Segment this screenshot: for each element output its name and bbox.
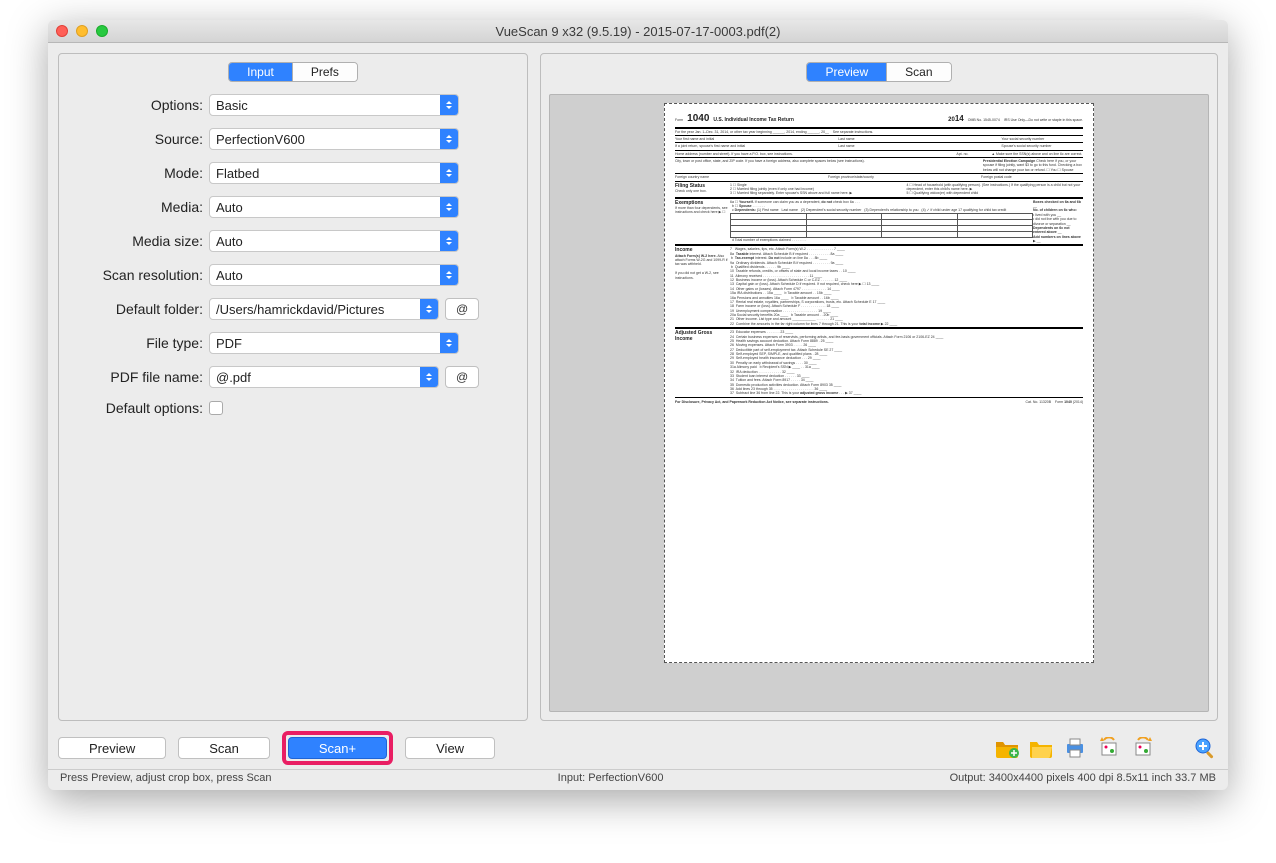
chevron-updown-icon [440, 129, 458, 149]
options-select[interactable]: Basic [209, 94, 459, 116]
main-content: Input Prefs Options: Basic Source: Perfe… [48, 43, 1228, 725]
chevron-updown-icon [420, 367, 438, 387]
status-bar: Press Preview, adjust crop box, press Sc… [48, 769, 1228, 790]
filetype-select[interactable]: PDF [209, 332, 459, 354]
mediasize-label: Media size: [63, 233, 203, 249]
printer-icon[interactable] [1062, 735, 1088, 761]
left-tabs: Input Prefs [228, 62, 358, 82]
chevron-updown-icon [440, 231, 458, 251]
mediasize-select[interactable]: Auto [209, 230, 459, 252]
chevron-updown-icon [440, 95, 458, 115]
status-right: Output: 3400x4400 pixels 400 dpi 8.5x11 … [950, 772, 1216, 784]
titlebar: VueScan 9 x32 (9.5.19) - 2015-07-17-0003… [48, 20, 1228, 43]
scanres-label: Scan resolution: [63, 267, 203, 283]
chevron-updown-icon [440, 265, 458, 285]
tab-preview[interactable]: Preview [807, 63, 886, 81]
right-panel: Preview Scan Form 1040 U.S. Individual I… [540, 53, 1218, 721]
chevron-updown-icon [440, 333, 458, 353]
chevron-updown-icon [440, 163, 458, 183]
source-label: Source: [63, 131, 203, 147]
view-button[interactable]: View [405, 737, 495, 759]
filetype-label: File type: [63, 335, 203, 351]
toolbar-icons [994, 735, 1218, 761]
pdfname-at-button[interactable]: @ [445, 366, 479, 388]
scanplus-button[interactable]: Scan+ [288, 737, 387, 759]
highlight-box: Scan+ [282, 731, 393, 765]
right-tabs: Preview Scan [806, 62, 951, 82]
folder-select[interactable]: /Users/hamrickdavid/Pictures [209, 298, 439, 320]
chevron-updown-icon [440, 197, 458, 217]
defaultopts-checkbox[interactable] [209, 401, 223, 415]
doc-form-number: 1040 [687, 113, 709, 126]
tab-input[interactable]: Input [229, 63, 292, 81]
minimize-icon[interactable] [76, 25, 88, 37]
mode-label: Mode: [63, 165, 203, 181]
options-label: Options: [63, 97, 203, 113]
status-mid: Input: PerfectionV600 [272, 772, 950, 784]
pdfname-label: PDF file name: [63, 369, 203, 385]
document-preview: Form 1040 U.S. Individual Income Tax Ret… [664, 103, 1094, 663]
folder-new-icon[interactable] [994, 735, 1020, 761]
window-title: VueScan 9 x32 (9.5.19) - 2015-07-17-0003… [48, 24, 1228, 39]
media-select[interactable]: Auto [209, 196, 459, 218]
mode-select[interactable]: Flatbed [209, 162, 459, 184]
scan-button[interactable]: Scan [178, 737, 270, 759]
preview-area[interactable]: Form 1040 U.S. Individual Income Tax Ret… [549, 94, 1209, 712]
tab-scan[interactable]: Scan [886, 63, 950, 81]
zoom-in-icon[interactable] [1192, 735, 1218, 761]
app-window: VueScan 9 x32 (9.5.19) - 2015-07-17-0003… [48, 20, 1228, 790]
folder-at-button[interactable]: @ [445, 298, 479, 320]
doc-title: U.S. Individual Income Tax Return [713, 117, 793, 123]
rotate-left-icon[interactable] [1096, 735, 1122, 761]
left-panel: Input Prefs Options: Basic Source: Perfe… [58, 53, 528, 721]
bottom-bar: Preview Scan Scan+ View [48, 725, 1228, 767]
pdfname-select[interactable]: @.pdf [209, 366, 439, 388]
defaultopts-label: Default options: [63, 400, 203, 416]
close-icon[interactable] [56, 25, 68, 37]
chevron-updown-icon [420, 299, 438, 319]
maximize-icon[interactable] [96, 25, 108, 37]
preview-button[interactable]: Preview [58, 737, 166, 759]
rotate-right-icon[interactable] [1130, 735, 1156, 761]
folder-label: Default folder: [63, 301, 203, 317]
folder-open-icon[interactable] [1028, 735, 1054, 761]
scanres-select[interactable]: Auto [209, 264, 459, 286]
media-label: Media: [63, 199, 203, 215]
options-form: Options: Basic Source: PerfectionV600 Mo… [59, 94, 527, 416]
tab-prefs[interactable]: Prefs [292, 63, 357, 81]
status-left: Press Preview, adjust crop box, press Sc… [60, 772, 272, 784]
source-select[interactable]: PerfectionV600 [209, 128, 459, 150]
window-controls [56, 25, 108, 37]
